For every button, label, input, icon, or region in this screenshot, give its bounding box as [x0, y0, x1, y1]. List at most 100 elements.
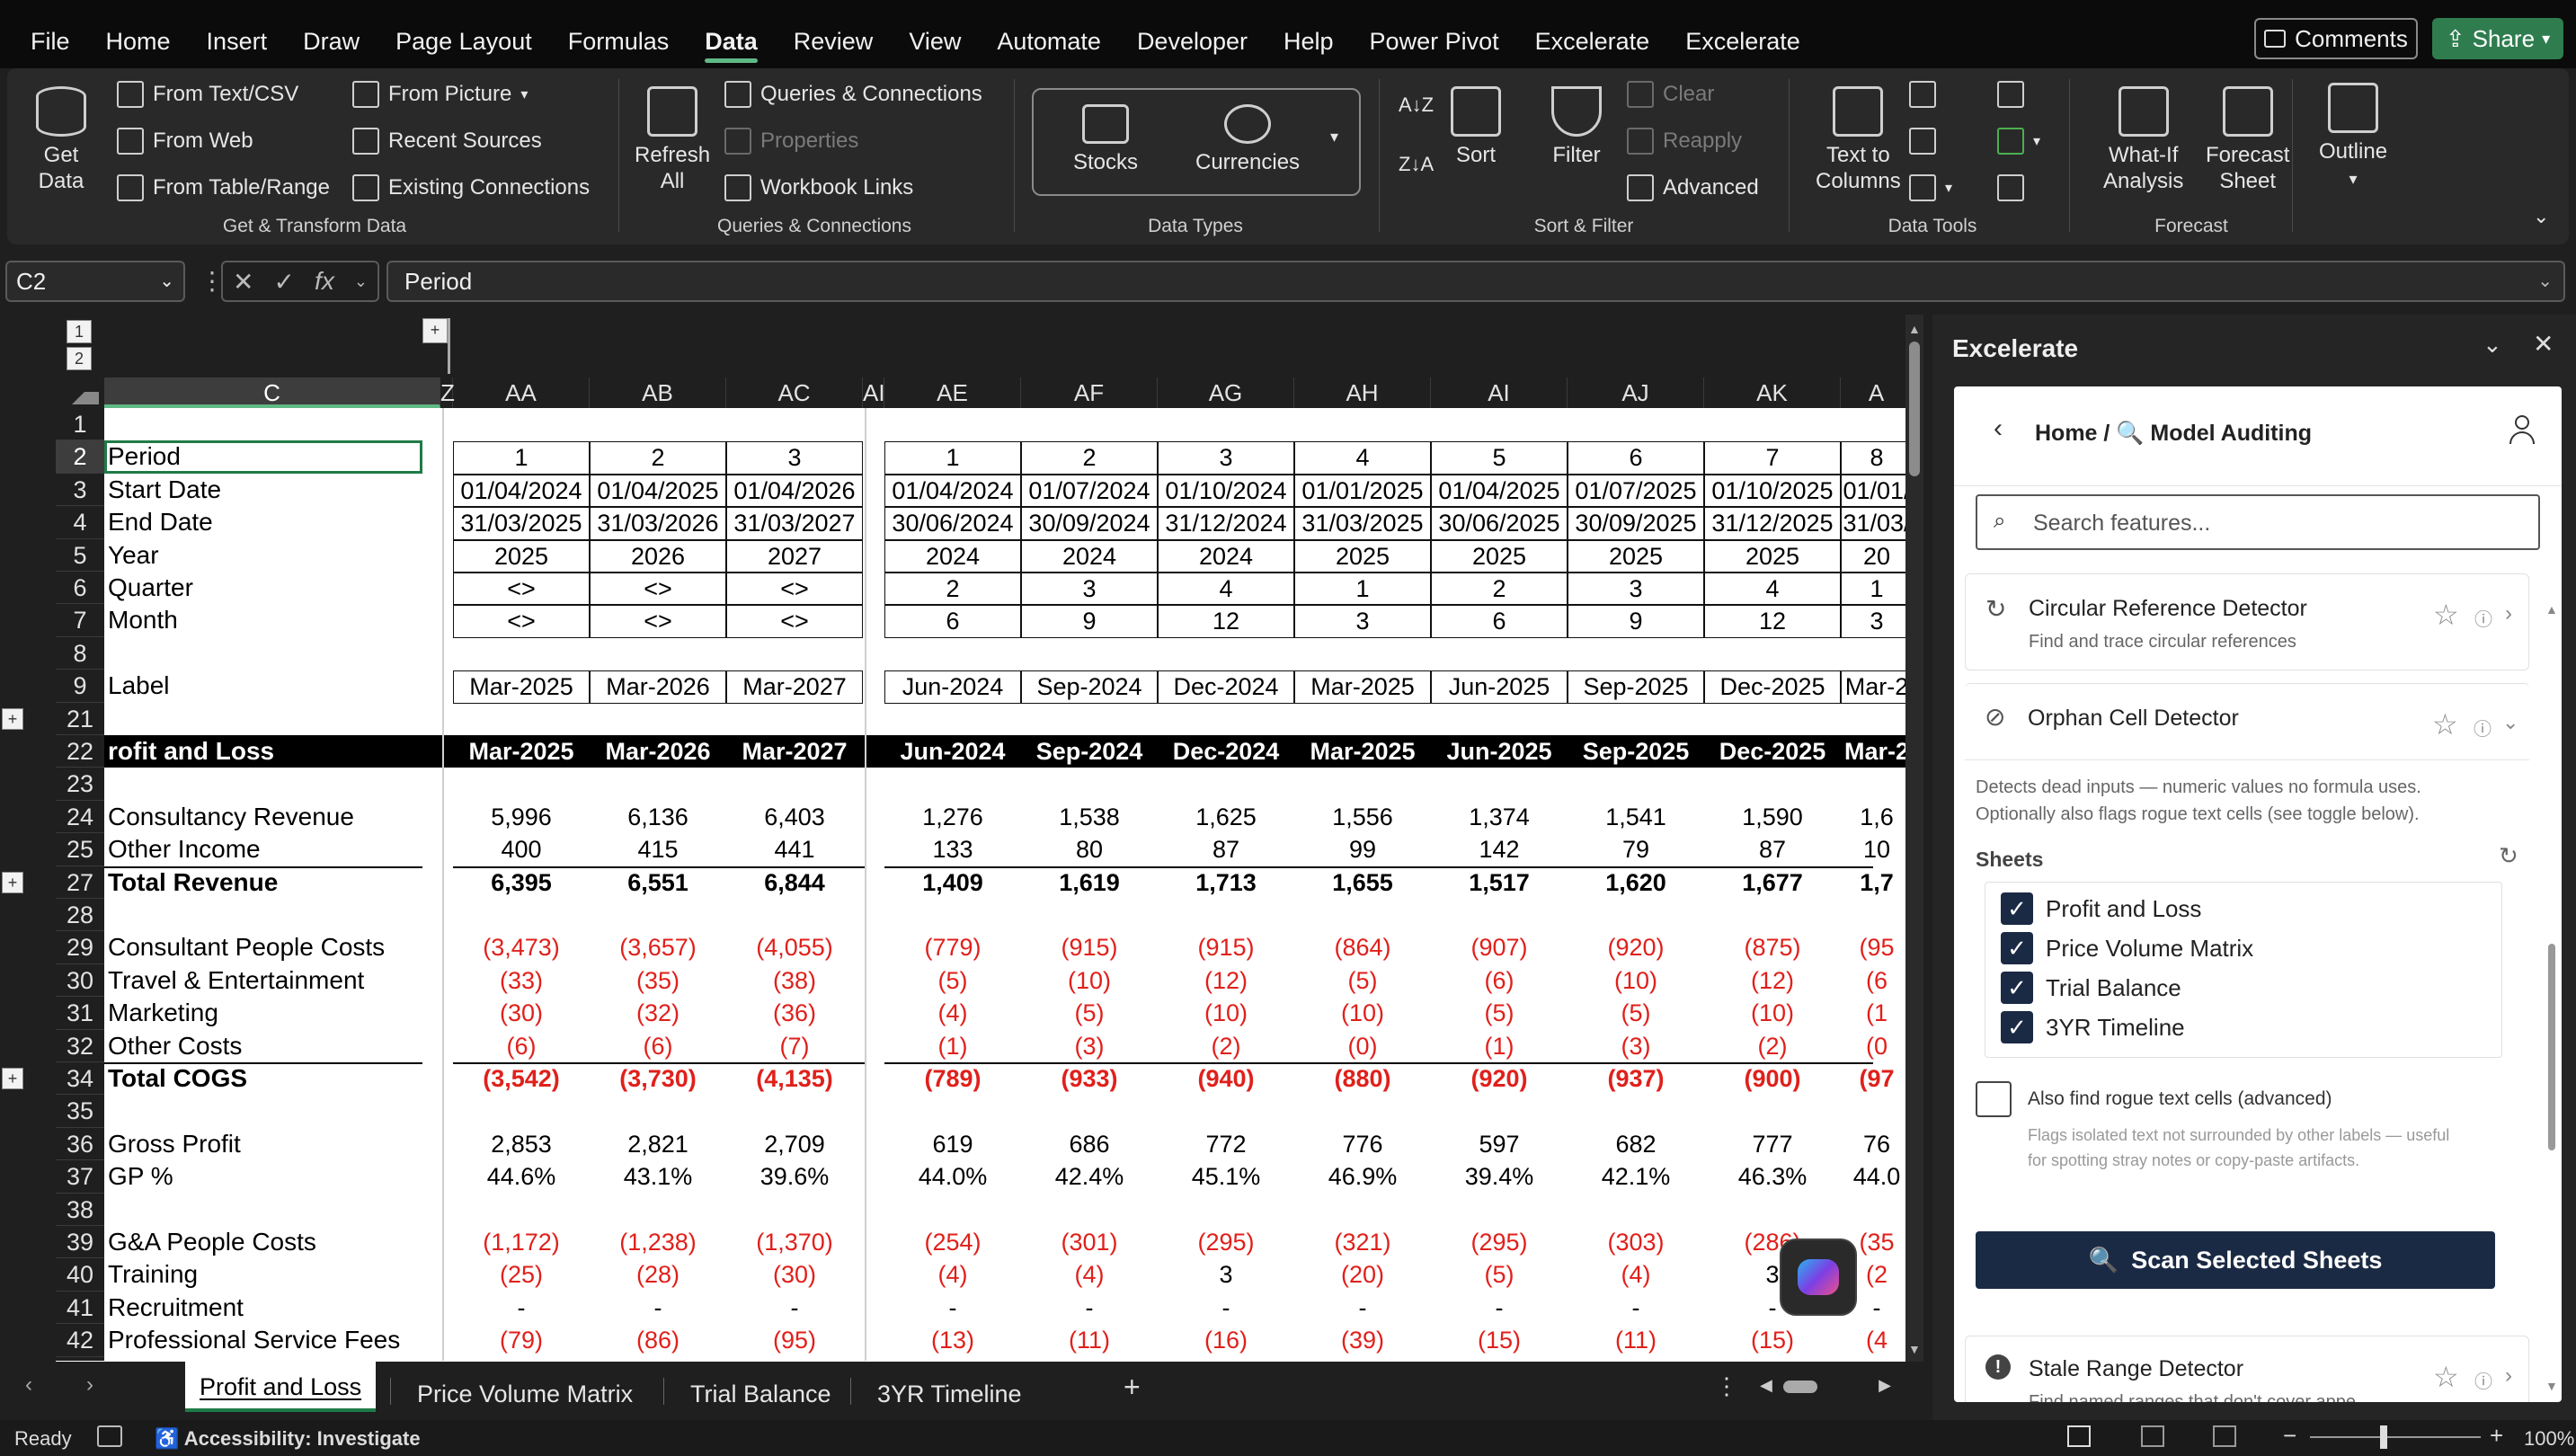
stale-range-card[interactable]: ! Stale Range Detector Find named ranges…	[1965, 1336, 2529, 1402]
cell-value[interactable]: (6)	[1431, 965, 1568, 996]
cell-value[interactable]: 1,556	[1294, 802, 1431, 832]
scroll-down-icon[interactable]: ▼	[2545, 1379, 2558, 1393]
cell-value[interactable]: 1,655	[1294, 867, 1431, 898]
panel-options-icon[interactable]: ⌄	[2483, 331, 2502, 359]
expand-rows-button[interactable]: +	[2, 1068, 23, 1089]
page-break-view-icon[interactable]	[2213, 1425, 2236, 1447]
cell-value[interactable]: 1	[453, 441, 590, 475]
cell-value[interactable]: Jun-2024	[884, 670, 1021, 704]
cell-value[interactable]: 2024	[1021, 539, 1158, 573]
page-layout-view-icon[interactable]	[2141, 1425, 2164, 1447]
cell-value[interactable]: (864)	[1294, 932, 1431, 963]
row-header-25[interactable]: 25	[56, 833, 104, 866]
cell-value[interactable]: (915)	[1021, 932, 1158, 963]
cell-value[interactable]: 3	[1568, 573, 1704, 606]
cell-value[interactable]: 4	[1158, 573, 1294, 606]
panel-scroll-thumb[interactable]	[2548, 944, 2555, 1150]
tab-options-icon[interactable]: ⋮	[1715, 1372, 1738, 1400]
cell-value[interactable]: (4	[1841, 1325, 1911, 1355]
cell-value[interactable]: (15)	[1431, 1325, 1568, 1355]
cell-value[interactable]: (6	[1841, 965, 1911, 996]
row-label[interactable]: Quarter	[108, 573, 193, 603]
cell-value[interactable]: Mar-2027	[726, 736, 863, 767]
cell-value[interactable]: 2,709	[726, 1129, 863, 1159]
cell-value[interactable]: 01/04/2025	[590, 474, 726, 508]
cell-value[interactable]: 1	[884, 441, 1021, 475]
cell-value[interactable]: (12)	[1704, 965, 1841, 996]
cell-value[interactable]: Jun-2025	[1431, 670, 1568, 704]
cell-value[interactable]: 5	[1431, 441, 1568, 475]
cell-value[interactable]: (10)	[1568, 965, 1704, 996]
cell-value[interactable]: (10)	[1294, 998, 1431, 1028]
accessibility-status[interactable]: ♿ Accessibility: Investigate	[155, 1427, 421, 1451]
cell-value[interactable]: <>	[453, 605, 590, 638]
cell-value[interactable]: Mar-2	[1841, 736, 1911, 767]
cell-value[interactable]: 6	[1568, 441, 1704, 475]
cell-value[interactable]: 31/12/2025	[1704, 507, 1841, 540]
cell-value[interactable]: (295)	[1431, 1227, 1568, 1257]
cell-value[interactable]: 31/03/	[1841, 507, 1911, 540]
cell-value[interactable]: 01/07/2025	[1568, 474, 1704, 508]
cell-value[interactable]: 5,996	[453, 802, 590, 832]
sheet-checkbox-row[interactable]: ✓ 3YR Timeline	[2001, 1011, 2185, 1043]
cell-value[interactable]: 1,541	[1568, 802, 1704, 832]
cell-value[interactable]: 01/10/2025	[1704, 474, 1841, 508]
checkbox-checked-icon[interactable]: ✓	[2001, 972, 2033, 1004]
row-header-37[interactable]: 37	[56, 1160, 104, 1194]
cell-value[interactable]: (38)	[726, 965, 863, 996]
cell-value[interactable]: 4	[1704, 573, 1841, 606]
cell-value[interactable]: 133	[884, 834, 1021, 865]
row-header-34[interactable]: 34	[56, 1062, 104, 1096]
column-header-aj[interactable]: AJ	[1568, 377, 1704, 408]
column-header-c[interactable]: C	[104, 377, 440, 408]
tab-profit-and-loss[interactable]: Profit and Loss	[185, 1362, 377, 1412]
cell-value[interactable]: 2024	[884, 539, 1021, 573]
cell-value[interactable]: 6,551	[590, 867, 726, 898]
zoom-slider-thumb[interactable]	[2380, 1425, 2387, 1449]
cell-value[interactable]: 31/03/2025	[453, 507, 590, 540]
cell-value[interactable]: (2)	[1704, 1031, 1841, 1061]
cell-value[interactable]: (30)	[453, 998, 590, 1028]
row-header-3[interactable]: 3	[56, 474, 104, 507]
cell-value[interactable]: 9	[1568, 605, 1704, 638]
row-label[interactable]: Total COGS	[108, 1063, 247, 1094]
cell-value[interactable]: 46.3%	[1704, 1161, 1841, 1192]
cell-value[interactable]: (5)	[1431, 998, 1568, 1028]
cell-value[interactable]: 619	[884, 1129, 1021, 1159]
cell-value[interactable]: 6,136	[590, 802, 726, 832]
cell-value[interactable]: (33)	[453, 965, 590, 996]
cell-value[interactable]: Dec-2025	[1704, 736, 1841, 767]
cell-value[interactable]: (15)	[1704, 1325, 1841, 1355]
cell-value[interactable]: 772	[1158, 1129, 1294, 1159]
cell-value[interactable]: <>	[590, 605, 726, 638]
cell-value[interactable]: 87	[1158, 834, 1294, 865]
cell-value[interactable]: (301)	[1021, 1227, 1158, 1257]
menu-insert[interactable]: Insert	[189, 0, 286, 68]
row-label[interactable]: Month	[108, 605, 178, 635]
macro-recording-icon[interactable]	[97, 1425, 122, 1447]
get-data-button[interactable]: Get Data	[36, 86, 86, 194]
row-header-41[interactable]: 41	[56, 1292, 104, 1325]
zoom-slider[interactable]	[2310, 1436, 2481, 1438]
refresh-sheets-icon[interactable]: ↻	[2499, 842, 2518, 870]
cell-value[interactable]: 3	[1021, 573, 1158, 606]
cell-value[interactable]: Dec-2025	[1704, 670, 1841, 704]
menu-automate[interactable]: Automate	[979, 0, 1119, 68]
text-to-columns-button[interactable]: Text to Columns	[1816, 86, 1901, 194]
scroll-down-icon[interactable]: ▼	[1908, 1342, 1921, 1356]
cell-value[interactable]: Dec-2024	[1158, 670, 1294, 704]
cell-value[interactable]: 01/04/2024	[453, 474, 590, 508]
tab-price-volume-matrix[interactable]: Price Volume Matrix	[403, 1369, 647, 1419]
cell-value[interactable]: 42.4%	[1021, 1161, 1158, 1192]
menu-formulas[interactable]: Formulas	[550, 0, 688, 68]
column-header-a[interactable]: A	[1841, 377, 1913, 408]
cell-value[interactable]: (20)	[1294, 1259, 1431, 1290]
cell-value[interactable]: Mar-2025	[453, 670, 590, 704]
row-header-2[interactable]: 2	[56, 440, 104, 474]
row-header-24[interactable]: 24	[56, 801, 104, 834]
cell-value[interactable]: (79)	[453, 1325, 590, 1355]
close-icon[interactable]: ✕	[2533, 329, 2554, 359]
cell-value[interactable]: 20	[1841, 539, 1911, 573]
cell-value[interactable]: (7)	[726, 1031, 863, 1061]
cell-value[interactable]: 2025	[1431, 539, 1568, 573]
